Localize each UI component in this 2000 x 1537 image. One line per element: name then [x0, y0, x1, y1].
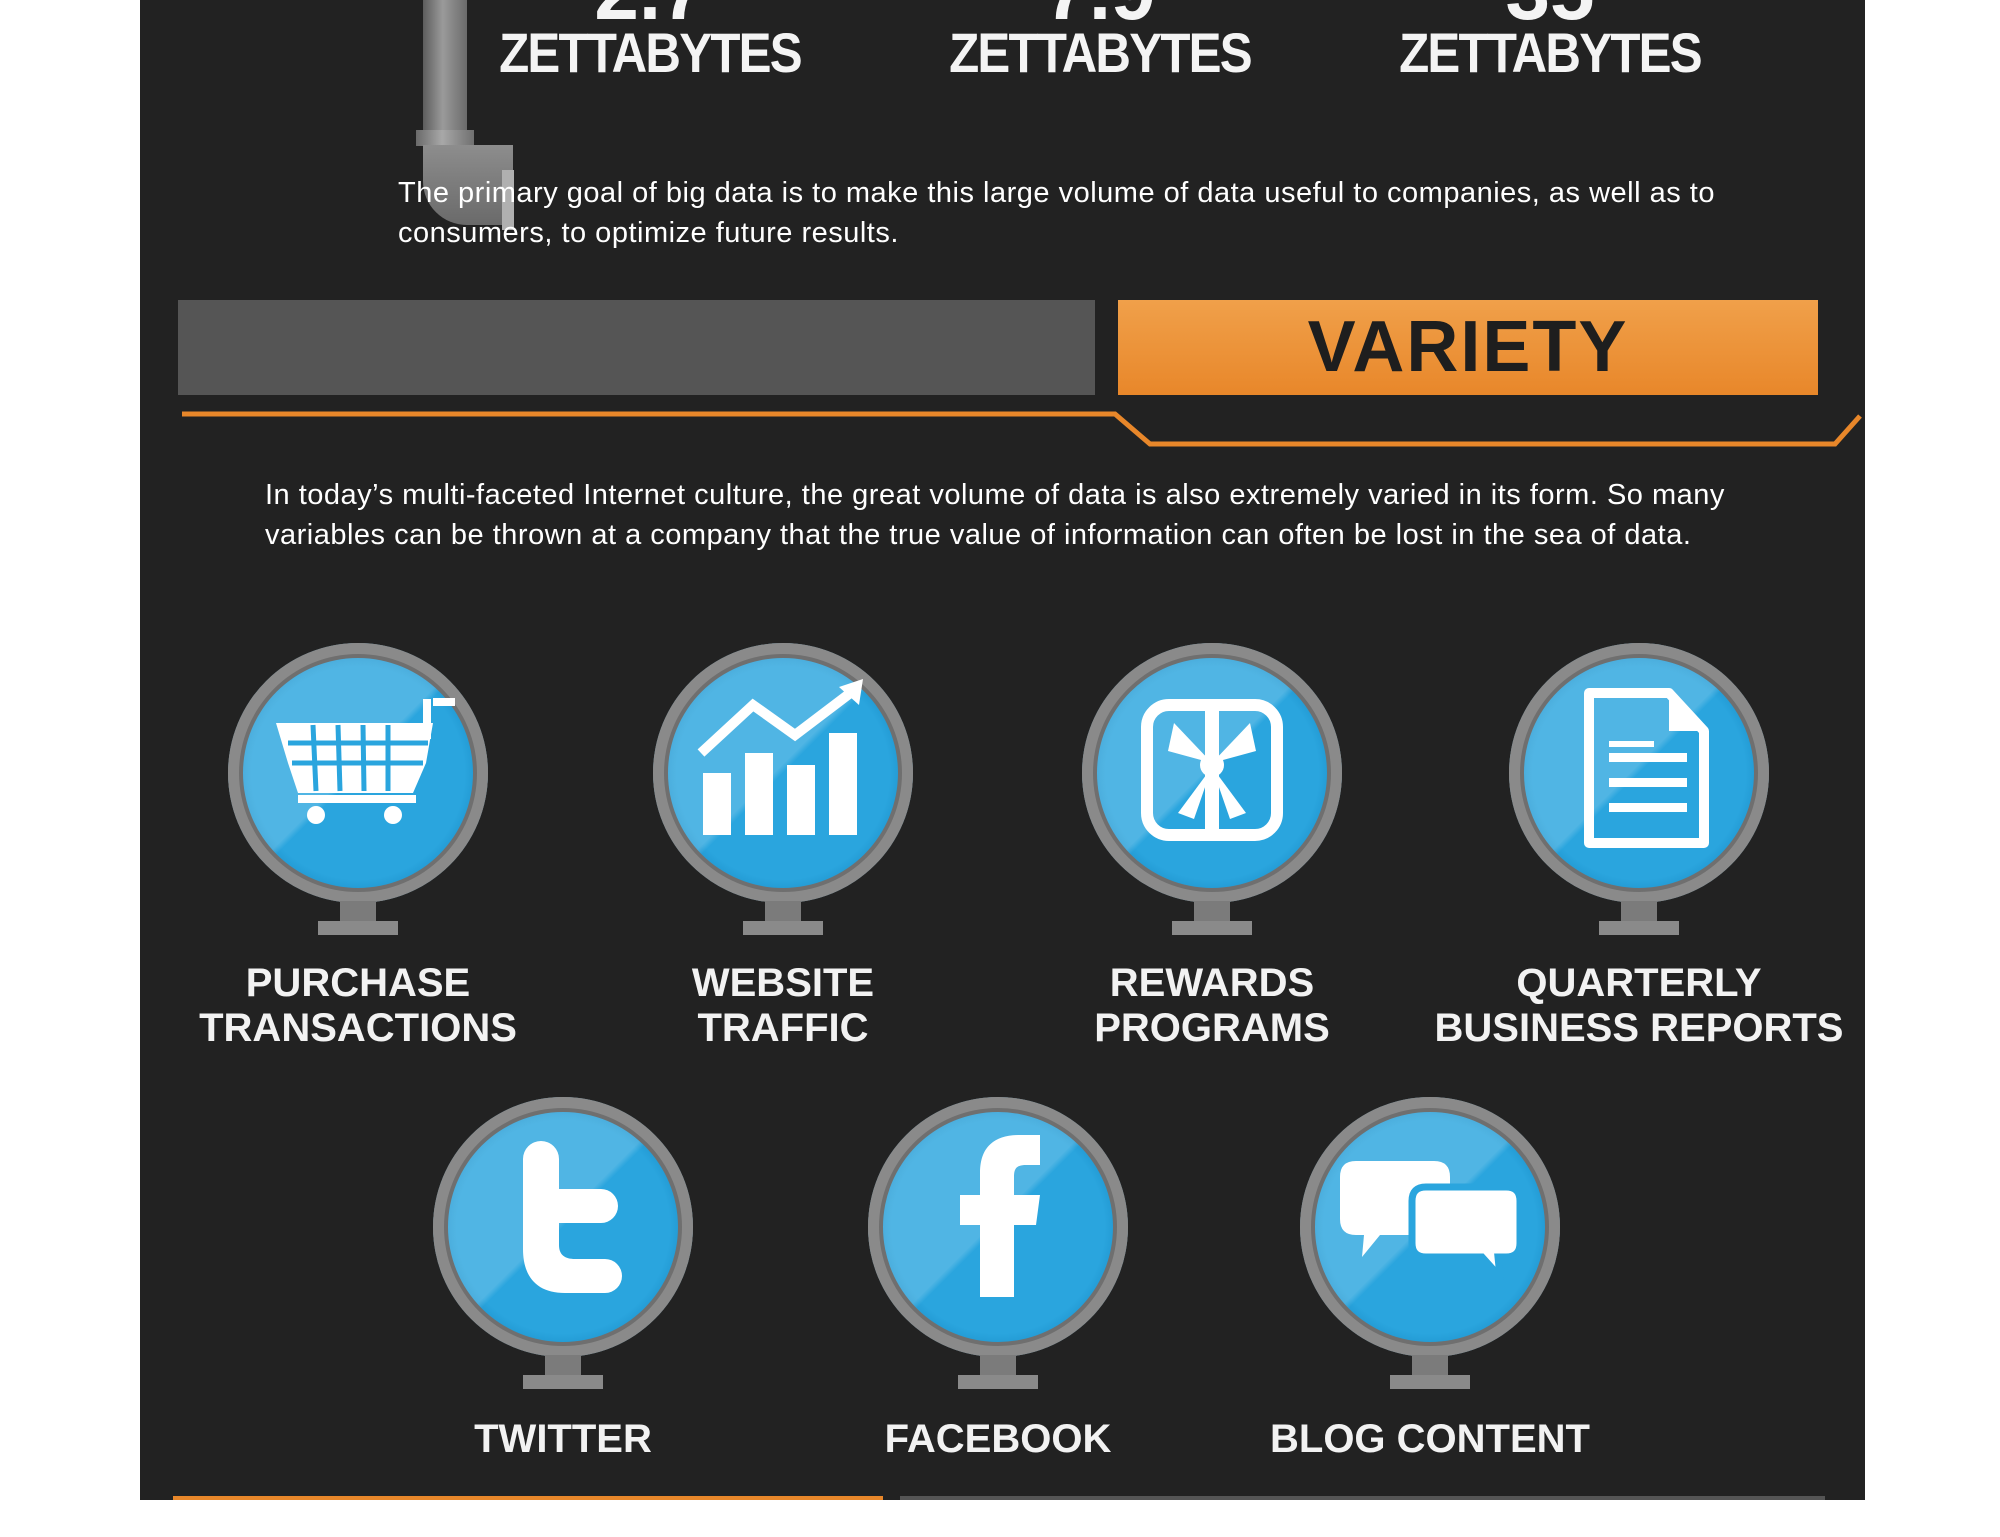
source-label-line2: BUSINESS REPORTS	[1434, 1006, 1844, 1050]
badge-base	[743, 921, 823, 935]
badge-base	[523, 1375, 603, 1389]
badge-stand	[1621, 901, 1657, 923]
stat-unit-3: ZETTABYTES	[1399, 21, 1703, 84]
badge-stand	[545, 1355, 581, 1377]
source-label-line1: BLOG CONTENT	[1270, 1417, 1590, 1461]
badge-base	[318, 921, 398, 935]
shopping-cart-icon	[276, 698, 455, 824]
stat-unit-2: ZETTABYTES	[949, 21, 1253, 84]
growth-chart-icon	[697, 679, 863, 835]
source-label: WEBSITE TRAFFIC	[563, 961, 1003, 1051]
source-label: BLOG CONTENT	[1210, 1417, 1650, 1462]
volume-description: The primary goal of big data is to make …	[398, 177, 1715, 249]
source-twitter: TWITTER	[363, 1097, 763, 1537]
infographic-panel: 2.7 7.9 35 ZETTABYTES ZETTABYTES ZETTABY…	[140, 0, 1865, 1500]
source-label: TWITTER	[343, 1417, 783, 1462]
badge-base	[958, 1375, 1038, 1389]
source-label: PURCHASE TRANSACTIONS	[138, 961, 578, 1051]
source-label-line2: TRAFFIC	[697, 1006, 869, 1050]
source-label: QUARTERLY BUSINESS REPORTS	[1419, 961, 1859, 1051]
source-website-traffic: WEBSITE TRAFFIC	[583, 643, 983, 1083]
badge-base	[1172, 921, 1252, 935]
source-facebook: FACEBOOK	[798, 1097, 1198, 1537]
orange-underline	[182, 411, 1862, 447]
badge-stand	[1412, 1355, 1448, 1377]
badge-stand	[1194, 901, 1230, 923]
next-section-bar-orange	[173, 1496, 883, 1500]
pipe-ring	[416, 130, 474, 146]
source-label-line1: WEBSITE	[691, 961, 875, 1005]
source-label-line1: QUARTERLY	[1516, 961, 1762, 1005]
badge-base	[1390, 1375, 1470, 1389]
badge-base	[1599, 921, 1679, 935]
badge-stand	[980, 1355, 1016, 1377]
badge-stand	[765, 901, 801, 923]
source-label-line1: FACEBOOK	[884, 1417, 1112, 1461]
source-label-line1: PURCHASE	[245, 961, 471, 1005]
speech-bubbles-icon	[1340, 1161, 1524, 1288]
source-purchase-transactions: PURCHASE TRANSACTIONS	[158, 643, 558, 1083]
gift-icon	[1141, 699, 1283, 841]
variety-description: In today’s multi-faceted Internet cultur…	[265, 479, 1725, 551]
facebook-icon	[960, 1135, 1040, 1297]
source-label-line1: TWITTER	[474, 1417, 652, 1461]
document-icon	[1584, 688, 1709, 848]
source-label: REWARDS PROGRAMS	[992, 961, 1432, 1051]
next-section-bar-gray	[900, 1496, 1825, 1500]
pipe-vertical	[423, 0, 467, 135]
twitter-icon	[523, 1141, 622, 1293]
source-label-line2: PROGRAMS	[1094, 1006, 1330, 1050]
source-quarterly-business-reports: QUARTERLY BUSINESS REPORTS	[1435, 643, 1843, 1083]
section-bar-gray	[178, 300, 1095, 395]
source-rewards-programs: REWARDS PROGRAMS	[1012, 643, 1412, 1083]
source-label: FACEBOOK	[778, 1417, 1218, 1462]
source-label-line2: TRANSACTIONS	[199, 1006, 517, 1050]
variety-title: VARIETY	[1307, 307, 1629, 387]
source-label-line1: REWARDS	[1109, 961, 1315, 1005]
badge-stand	[340, 901, 376, 923]
stat-unit-1: ZETTABYTES	[499, 21, 803, 84]
source-blog-content: BLOG CONTENT	[1230, 1097, 1630, 1537]
